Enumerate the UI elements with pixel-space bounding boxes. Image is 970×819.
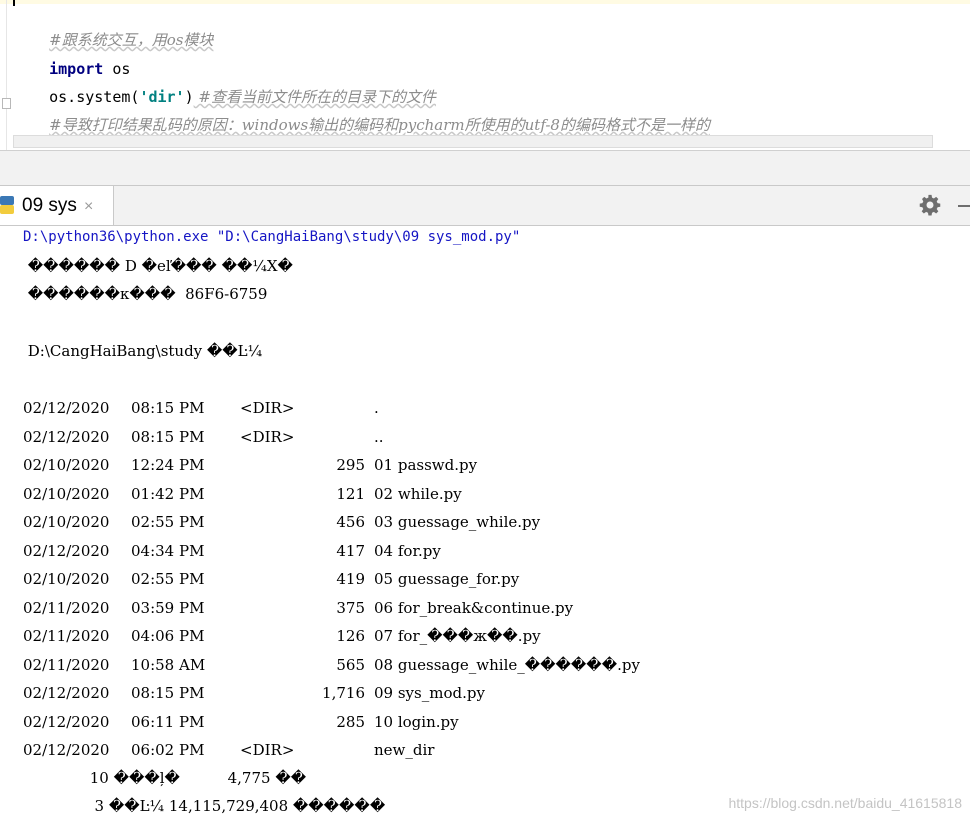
listing-date: 02/12/2020 — [23, 541, 110, 560]
gear-icon[interactable] — [919, 194, 941, 216]
listing-row: 02/12/2020 06:11 PM 285 10 login.py — [0, 712, 970, 736]
listing-filename: new_dir — [374, 741, 435, 759]
listing-size: 417 — [336, 541, 365, 560]
listing-size: 295 — [336, 456, 365, 474]
listing-date: 02/11/2020 — [23, 598, 110, 617]
listing-row: 02/10/2020 12:24 PM 295 01 passwd.py — [0, 455, 970, 479]
listing-date: 02/10/2020 — [23, 456, 110, 474]
listing-date: 02/10/2020 — [23, 513, 110, 531]
listing-dir-marker: <DIR> — [240, 427, 295, 446]
panel-splitter[interactable] — [0, 150, 970, 186]
console-command-line[interactable]: D:\python36\python.exe "D:\CangHaiBang\s… — [23, 227, 520, 247]
listing-row: 02/10/2020 01:42 PM 121 02 while.py — [0, 484, 970, 508]
listing-filename: 04 for.py — [374, 541, 441, 560]
listing-dir-marker: <DIR> — [240, 741, 295, 759]
listing-date: 02/12/2020 — [23, 712, 110, 731]
listing-filename: 05 guessage_for.py — [374, 570, 520, 588]
listing-row: 02/12/2020 04:34 PM 417 04 for.py — [0, 541, 970, 565]
listing-filename: 06 for_break&continue.py — [374, 598, 574, 617]
listing-time: 01:42 PM — [131, 484, 205, 503]
listing-date: 02/10/2020 — [23, 484, 110, 503]
listing-size: 419 — [336, 570, 365, 588]
listing-time: 12:24 PM — [131, 456, 205, 474]
listing-time: 06:11 PM — [131, 712, 205, 731]
fold-marker-icon[interactable] — [2, 98, 11, 109]
code-editor[interactable]: #跟系统交互，用os模块 import os os.system('dir') … — [0, 0, 970, 150]
horizontal-scrollbar[interactable] — [13, 135, 933, 148]
listing-row: 02/12/2020 08:15 PM 1,716 09 sys_mod.py — [0, 683, 970, 707]
listing-date: 02/12/2020 — [23, 741, 110, 759]
console-summary-files: 10 ���ļ� 4,775 �� — [23, 769, 307, 787]
console-line: ������к��� 86F6-6759 — [23, 285, 268, 303]
listing-filename: 01 passwd.py — [374, 456, 478, 474]
listing-size: 126 — [336, 627, 365, 645]
listing-filename: 07 for_���ж��.py — [374, 627, 541, 645]
listing-filename: 09 sys_mod.py — [374, 684, 485, 702]
listing-row: 02/12/2020 08:15 PM <DIR>.. — [0, 427, 970, 451]
code-comment: #导致打印结果乱码的原因：windows输出的编码和pycharm所使用的utf… — [49, 116, 710, 134]
listing-filename: . — [374, 399, 379, 417]
listing-date: 02/11/2020 — [23, 627, 110, 645]
listing-filename: 10 login.py — [374, 712, 459, 731]
listing-row: 02/11/2020 03:59 PM 375 06 for_break&contin… — [0, 598, 970, 622]
listing-size: 456 — [336, 513, 365, 531]
tab-run-09-sys[interactable]: 09 sys × — [0, 186, 114, 225]
listing-dir-marker: <DIR> — [240, 399, 295, 417]
listing-time: 08:15 PM — [131, 684, 205, 702]
listing-time: 08:15 PM — [131, 427, 205, 446]
listing-row: 02/11/2020 04:06 PM 126 07 for_���ж��.py — [0, 626, 970, 650]
listing-size: 121 — [336, 484, 365, 503]
listing-row: 02/12/2020 06:02 PM <DIR> new_dir — [0, 740, 970, 764]
run-tool-window-header: 09 sys × — [0, 186, 970, 226]
console-line: ������ D �еľ��� ��¼X� — [23, 257, 293, 275]
listing-time: 04:06 PM — [131, 627, 205, 645]
listing-date: 02/12/2020 — [23, 427, 110, 446]
listing-time: 10:58 AM — [131, 655, 206, 674]
python-file-icon — [0, 196, 14, 214]
listing-time: 06:02 PM — [131, 741, 205, 759]
listing-time: 03:59 PM — [131, 598, 205, 617]
console-output[interactable]: D:\python36\python.exe "D:\CangHaiBang\s… — [0, 226, 970, 819]
listing-filename: .. — [374, 427, 384, 446]
tab-label: 09 sys — [22, 195, 77, 216]
listing-row: 02/12/2020 08:15 PM <DIR>. — [0, 398, 970, 422]
listing-date: 02/11/2020 — [23, 655, 110, 674]
listing-row: 02/11/2020 10:58 AM 565 08 guessage_while_�… — [0, 655, 970, 679]
listing-size: 565 — [336, 655, 365, 674]
listing-date: 02/10/2020 — [23, 570, 110, 588]
watermark: https://blog.csdn.net/baidu_41615818 — [728, 795, 962, 811]
listing-size: 1,716 — [322, 684, 365, 702]
listing-time: 04:34 PM — [131, 541, 205, 560]
text-caret — [13, 0, 15, 6]
listing-row: 02/10/2020 02:55 PM 456 03 guessage_while.p… — [0, 512, 970, 536]
listing-time: 08:15 PM — [131, 399, 205, 417]
current-line-highlight — [0, 0, 970, 4]
listing-filename: 03 guessage_while.py — [374, 513, 541, 531]
listing-time: 02:55 PM — [131, 570, 205, 588]
listing-row: 02/10/2020 02:55 PM 419 05 guessage_for.py — [0, 569, 970, 593]
listing-filename: 08 guessage_while_������.py — [374, 655, 640, 674]
console-line: D:\CangHaiBang\study ��Ŀ¼ — [23, 342, 263, 360]
listing-time: 02:55 PM — [131, 513, 205, 531]
close-icon[interactable]: × — [84, 198, 93, 216]
listing-date: 02/12/2020 — [23, 684, 110, 702]
console-summary-dirs: 3 ��Ŀ¼ 14,115,729,408 ������ — [23, 797, 386, 815]
minimize-icon[interactable] — [958, 205, 970, 207]
listing-filename: 02 while.py — [374, 484, 462, 503]
editor-gutter-divider — [6, 0, 7, 150]
listing-date: 02/12/2020 — [23, 399, 110, 417]
listing-size: 285 — [336, 712, 365, 731]
listing-size: 375 — [336, 598, 365, 617]
